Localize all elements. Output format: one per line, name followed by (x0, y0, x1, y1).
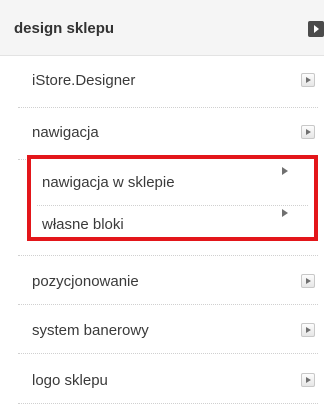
menu-title: design sklepu (14, 20, 115, 37)
menu-item-label: logo sklepu (32, 372, 108, 389)
menu-item-system-banerowy[interactable]: system banerowy (18, 305, 318, 354)
menu-item-label: system banerowy (32, 322, 149, 339)
chevron-right-icon[interactable] (301, 73, 315, 87)
menu-item-istore-designer[interactable]: iStore.Designer (18, 55, 318, 108)
submenu-item-label: nawigacja w sklepie (42, 174, 175, 191)
chevron-right-icon[interactable] (301, 125, 315, 139)
menu-item-nawigacja[interactable]: nawigacja (18, 107, 318, 160)
menu-item-label: iStore.Designer (32, 72, 136, 89)
collapse-icon[interactable] (308, 21, 324, 37)
submenu-item-label: własne bloki (42, 216, 124, 233)
side-menu-panel: design sklepu iStore.Designer nawigacja … (0, 0, 324, 417)
submenu-item-nawigacja-w-sklepie[interactable]: nawigacja w sklepie (27, 157, 318, 205)
menu-item-label: nawigacja (32, 124, 99, 141)
submenu-item-wlasne-bloki[interactable]: własne bloki (27, 199, 318, 247)
submenu-nawigacja: nawigacja w sklepie własne bloki (27, 157, 318, 255)
arrow-right-icon (282, 209, 288, 217)
menu-item-pozycjonowanie[interactable]: pozycjonowanie (18, 255, 318, 305)
chevron-right-icon[interactable] (301, 323, 315, 337)
arrow-right-icon (282, 167, 288, 175)
chevron-right-icon[interactable] (301, 274, 315, 288)
menu-header: design sklepu (0, 0, 324, 56)
menu-item-label: pozycjonowanie (32, 273, 139, 290)
chevron-right-icon[interactable] (301, 373, 315, 387)
menu-item-logo-sklepu[interactable]: logo sklepu (18, 355, 318, 404)
